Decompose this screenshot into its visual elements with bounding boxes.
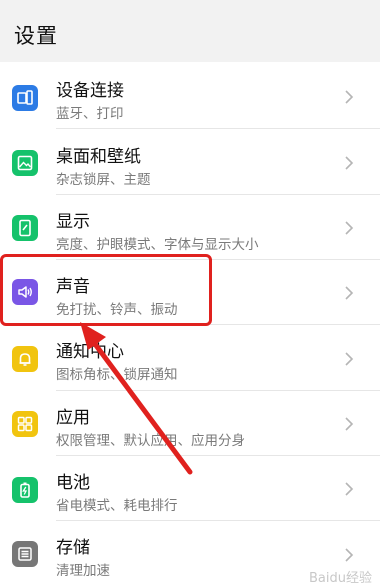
chevron-right-icon [345, 286, 354, 300]
chevron-right-icon [345, 221, 354, 235]
settings-item-device-connect[interactable]: 设备连接 蓝牙、打印 [0, 64, 380, 129]
chevron-right-icon [345, 156, 354, 170]
storage-icon [12, 541, 38, 567]
chevron-right-icon [345, 352, 354, 366]
settings-item-display[interactable]: 显示 亮度、护眼模式、字体与显示大小 [0, 195, 380, 260]
highlight-box [0, 254, 212, 326]
settings-item-title: 电池 [56, 473, 90, 493]
settings-item-title: 通知中心 [56, 342, 124, 362]
apps-icon [12, 411, 38, 437]
wallpaper-icon [12, 150, 38, 176]
settings-item-battery[interactable]: 电池 省电模式、耗电排行 [0, 456, 380, 521]
settings-item-title: 桌面和壁纸 [56, 147, 141, 167]
device-connect-icon [12, 85, 38, 111]
battery-icon [12, 477, 38, 503]
header: 设置 [0, 0, 380, 62]
settings-item-subtitle: 蓝牙、打印 [56, 106, 124, 122]
settings-item-subtitle: 杂志锁屏、主题 [56, 172, 151, 188]
settings-item-title: 显示 [56, 212, 90, 232]
settings-item-title: 设备连接 [56, 81, 124, 101]
settings-item-subtitle: 省电模式、耗电排行 [56, 498, 178, 514]
chevron-right-icon [345, 548, 354, 562]
display-icon [12, 215, 38, 241]
settings-item-subtitle: 权限管理、默认应用、应用分身 [56, 433, 245, 449]
settings-item-apps[interactable]: 应用 权限管理、默认应用、应用分身 [0, 391, 380, 456]
chevron-right-icon [345, 417, 354, 431]
chevron-right-icon [345, 90, 354, 104]
settings-item-title: 应用 [56, 408, 90, 428]
notification-icon [12, 346, 38, 372]
watermark: Baidu经验 [309, 571, 372, 586]
settings-item-wallpaper[interactable]: 桌面和壁纸 杂志锁屏、主题 [0, 130, 380, 195]
settings-item-subtitle: 图标角标、锁屏通知 [56, 367, 178, 383]
settings-item-notifications[interactable]: 通知中心 图标角标、锁屏通知 [0, 326, 380, 391]
chevron-right-icon [345, 482, 354, 496]
settings-item-subtitle: 亮度、护眼模式、字体与显示大小 [56, 237, 259, 253]
settings-item-title: 存储 [56, 538, 90, 558]
settings-item-subtitle: 清理加速 [56, 563, 110, 579]
page-title: 设置 [14, 24, 58, 48]
